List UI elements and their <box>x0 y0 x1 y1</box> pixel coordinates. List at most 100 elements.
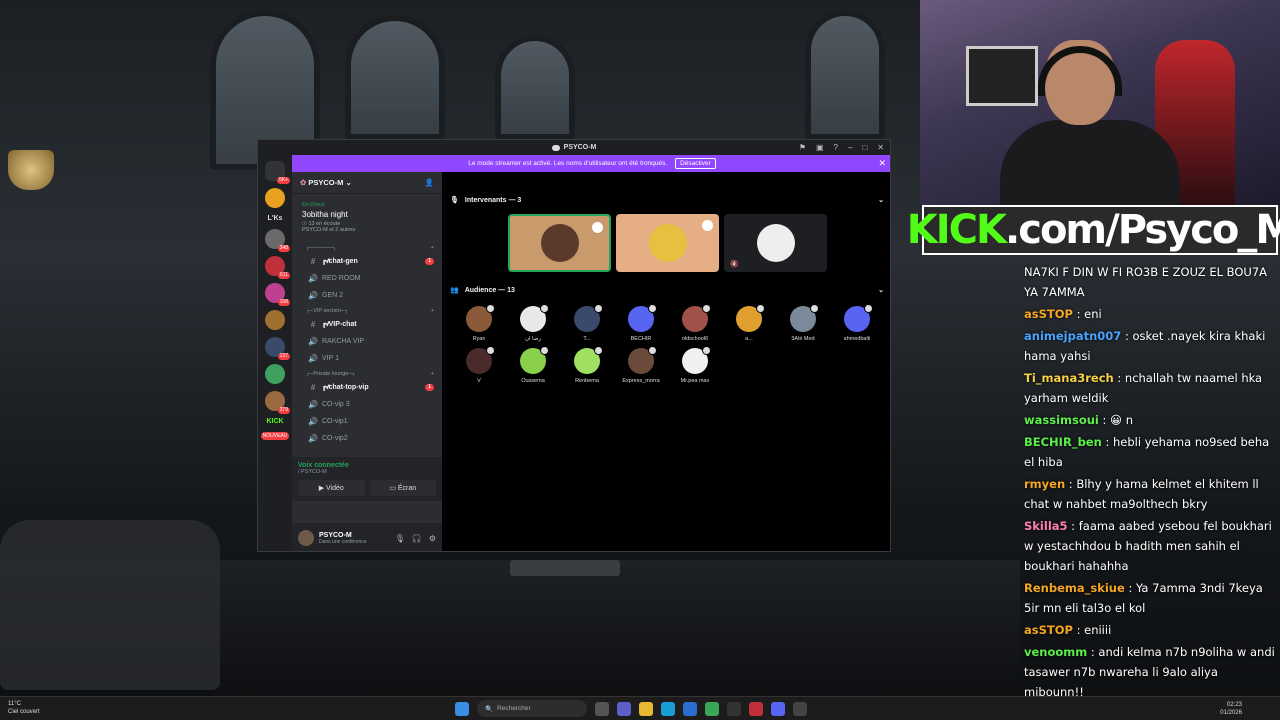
clock[interactable]: 02:23 01/2026 <box>1220 701 1242 717</box>
audience-icon: 👥 <box>450 287 459 294</box>
server-icon[interactable] <box>265 364 285 384</box>
speakers-section-header[interactable]: 🎙 Intervenants — 3 ⌄ <box>442 190 890 210</box>
inbox-icon[interactable]: ⚑ <box>799 140 806 155</box>
user-panel: PSYCO-M Dans une conférence 🎙 🎧 ⚙ <box>292 523 442 551</box>
speaker-tile[interactable]: 🔇 <box>724 214 827 272</box>
server-icon[interactable]: 108 <box>265 283 290 306</box>
discord-taskbar-icon[interactable] <box>771 701 785 716</box>
mail-icon[interactable] <box>683 701 697 716</box>
audience-member[interactable]: Renbema <box>560 346 614 384</box>
audience-name: BECHIR <box>630 336 652 342</box>
voice-channel[interactable]: 🔊 RED ROOM <box>292 270 442 287</box>
close-button[interactable]: ✕ <box>877 140 884 155</box>
live-event-card[interactable]: En Direct 3obitha night ☉ 13 en écoute P… <box>298 198 436 237</box>
disable-streamer-mode-button[interactable]: Désactiver <box>675 158 716 169</box>
taskbar-search[interactable]: 🔍 Rechercher <box>477 700 587 717</box>
obs-icon[interactable] <box>727 701 741 716</box>
text-channel[interactable]: # ┏𝓉chat-top-vip 1 <box>292 379 442 396</box>
audience-member[interactable]: V <box>452 346 506 384</box>
chat-username[interactable]: wassimsoui <box>1024 413 1099 427</box>
app-icon[interactable] <box>749 701 763 716</box>
channel-label: VIP 1 <box>322 355 339 362</box>
add-channel-icon[interactable]: + <box>431 308 434 314</box>
voice-channel[interactable]: 🔊 RAKCHA VIP <box>292 333 442 350</box>
voice-channel[interactable]: 🔊 VIP 1 <box>292 350 442 367</box>
voice-channel[interactable]: 🔊 CO-vip1 <box>292 413 442 430</box>
file-explorer-icon[interactable] <box>639 701 653 716</box>
channel-label: CO-vip 3 <box>322 401 350 408</box>
chat-username[interactable]: animejpatn007 <box>1024 329 1121 343</box>
server-icon[interactable] <box>265 310 285 330</box>
chrome-icon[interactable] <box>705 701 719 716</box>
role-badge-icon <box>594 346 603 355</box>
audience-member[interactable]: رضا آن <box>506 304 560 342</box>
chat-username[interactable]: Renbema_skiue <box>1024 581 1125 595</box>
audience-section-header[interactable]: 👥 Audience — 13 ⌄ <box>442 280 890 300</box>
text-channel[interactable]: # ┏𝓉chat-gen 1 <box>292 253 442 270</box>
audience-member[interactable]: a... <box>722 304 776 342</box>
channel-category[interactable]: ╭─VIP section─╮ + <box>292 304 442 316</box>
audience-member[interactable]: BECHIR <box>614 304 668 342</box>
avatar[interactable] <box>298 530 314 546</box>
audience-name: oldschool6 <box>681 336 709 342</box>
video-button[interactable]: ▶ Vidéo <box>298 480 365 496</box>
voice-channel[interactable]: 🔊 GEN 2 <box>292 287 442 304</box>
audience-member[interactable]: Oussema <box>506 346 560 384</box>
role-badge-icon <box>594 304 603 313</box>
help-icon[interactable]: ? <box>834 140 838 155</box>
audience-member[interactable]: Express_morra <box>614 346 668 384</box>
channel-category[interactable]: ╭──────╮ + <box>292 241 442 253</box>
weather-widget[interactable]: 11°C Ciel couvert <box>8 700 40 716</box>
windows-start-icon[interactable] <box>455 701 469 716</box>
teams-icon[interactable] <box>617 701 631 716</box>
server-header[interactable]: ✿ PSYCO-M ⌄ 👤 <box>292 172 442 194</box>
chat-username[interactable]: asSTOP <box>1024 623 1073 637</box>
app-icon[interactable] <box>793 701 807 716</box>
background-bench <box>510 560 620 576</box>
add-member-icon[interactable]: 👤 <box>425 178 434 187</box>
settings-gear-icon[interactable]: ⚙ <box>429 534 436 543</box>
server-icon[interactable]: 379 <box>265 391 290 414</box>
chat-username[interactable]: venoomm <box>1024 645 1087 659</box>
microphone-icon[interactable]: 🎙 <box>395 534 405 543</box>
server-kick[interactable]: KICK <box>266 418 283 425</box>
chat-username[interactable]: Skilla5 <box>1024 519 1068 533</box>
chat-username[interactable]: asSTOP <box>1024 307 1073 321</box>
add-channel-icon[interactable]: + <box>431 371 434 377</box>
server-lks[interactable]: L'Ks <box>268 215 283 222</box>
voice-channel[interactable]: 🔊 CO-vip 3 <box>292 396 442 413</box>
add-channel-icon[interactable]: + <box>431 245 434 251</box>
audience-member[interactable]: Mr.pea max <box>668 346 722 384</box>
server-icon[interactable]: 611 <box>265 256 290 279</box>
chat-username[interactable]: rmyen <box>1024 477 1065 491</box>
maximize-button[interactable]: □ <box>862 140 867 155</box>
screen-icon[interactable]: ▣ <box>816 140 824 155</box>
minimize-button[interactable]: – <box>848 140 852 155</box>
text-channel[interactable]: # ┏𝓉VIP-chat <box>292 316 442 333</box>
audience-member[interactable]: ahmedbalti <box>830 304 884 342</box>
server-icon[interactable]: 137 <box>265 337 290 360</box>
close-icon[interactable]: ✕ <box>878 158 886 169</box>
audience-member[interactable]: T... <box>560 304 614 342</box>
unread-badge: 137 <box>277 353 290 360</box>
role-badge-icon <box>702 304 711 313</box>
screen-share-button[interactable]: ▭ Écran <box>369 480 436 496</box>
chat-username[interactable]: Ti_mana3rech <box>1024 371 1114 385</box>
channel-category[interactable]: ╭─Private lounge─╮ + <box>292 367 442 379</box>
audience-member[interactable]: 3Alé Med <box>776 304 830 342</box>
home-button[interactable]: 5K+ <box>265 161 290 184</box>
task-view-icon[interactable] <box>595 701 609 716</box>
chat-message: animejpatn007 : osket .nayek kira khaki … <box>1024 326 1280 366</box>
server-icon[interactable] <box>265 188 285 208</box>
screen-share-icon: ▭ <box>389 485 398 492</box>
edge-icon[interactable] <box>661 701 675 716</box>
voice-channel[interactable]: 🔊 CO-vip2 <box>292 430 442 447</box>
video-icon: ▶ <box>318 485 327 492</box>
audience-member[interactable]: oldschool6 <box>668 304 722 342</box>
audience-member[interactable]: Ryan <box>452 304 506 342</box>
speaker-tile[interactable] <box>616 214 719 272</box>
headphones-icon[interactable]: 🎧 <box>412 534 422 543</box>
chat-username[interactable]: BECHIR_ben <box>1024 435 1102 449</box>
speaker-tile[interactable] <box>508 214 611 272</box>
server-icon[interactable]: 348 <box>265 229 290 252</box>
